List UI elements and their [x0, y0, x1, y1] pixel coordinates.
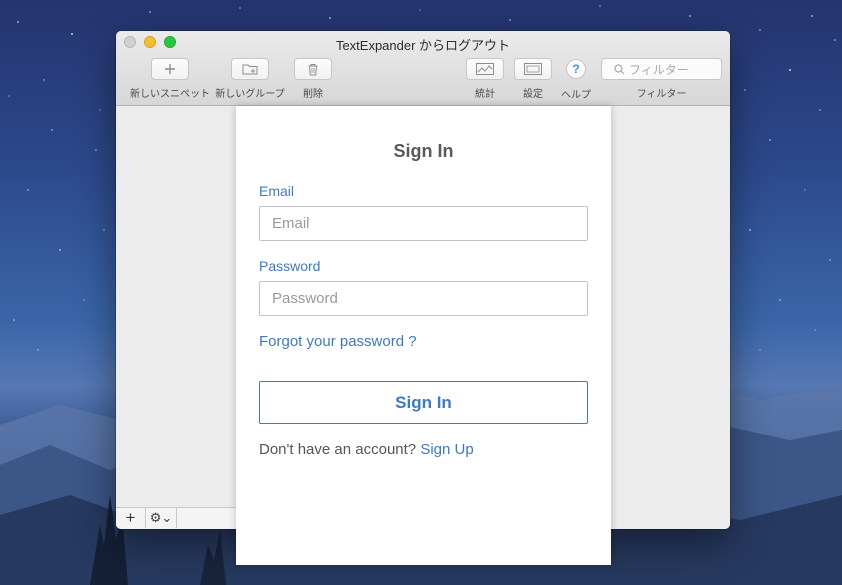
new-snippet-button[interactable]: [151, 58, 189, 80]
trash-icon: [308, 63, 318, 75]
settings-label: 設定: [523, 89, 543, 100]
sign-in-button[interactable]: Sign In: [259, 381, 588, 424]
gear-menu-button[interactable]: ⚙⌄: [146, 508, 177, 528]
new-group-tool: 新しいグループ: [212, 58, 288, 100]
delete-label: 削除: [303, 89, 323, 100]
email-label: Email: [259, 183, 295, 199]
signup-prompt: Don't have an account? Sign Up: [259, 441, 474, 458]
email-field[interactable]: [259, 206, 588, 241]
settings-panel-icon: [524, 63, 542, 75]
new-snippet-tool: 新しいスニペット: [125, 58, 215, 100]
stats-label: 統計: [475, 89, 495, 100]
settings-tool: 設定: [513, 58, 553, 100]
sign-in-title: Sign In: [393, 141, 454, 161]
sign-in-panel: Sign In Email Password Forgot your passw…: [236, 106, 611, 565]
delete-button[interactable]: [294, 58, 332, 80]
stats-tool: 統計: [465, 58, 505, 100]
filter-label: フィルター: [636, 89, 687, 100]
new-group-button[interactable]: [231, 58, 269, 80]
filter-search-field[interactable]: フィルター: [601, 58, 722, 80]
sign-up-link[interactable]: Sign Up: [420, 441, 473, 458]
settings-button[interactable]: [514, 58, 552, 80]
forgot-password-link[interactable]: Forgot your password ?: [259, 333, 417, 350]
help-tool: ? ヘルプ: [558, 59, 594, 101]
toolbar: TextExpander からログアウト 新しいスニペット 新しいグループ 削除…: [116, 31, 730, 106]
password-field[interactable]: [259, 281, 588, 316]
delete-tool: 削除: [293, 58, 333, 100]
add-item-button[interactable]: +: [116, 508, 146, 528]
sidebar-bottom-bar: + ⚙⌄: [116, 507, 238, 529]
filter-placeholder: フィルター: [629, 62, 689, 77]
filter-tool: フィルター フィルター: [601, 58, 722, 100]
help-icon[interactable]: ?: [566, 59, 586, 79]
folder-add-icon: [242, 64, 258, 75]
stats-button[interactable]: [466, 58, 504, 80]
window-title: TextExpander からログアウト: [335, 38, 511, 53]
new-group-label: 新しいグループ: [215, 89, 285, 100]
new-snippet-label: 新しいスニペット: [130, 89, 210, 100]
help-label: ヘルプ: [561, 90, 591, 101]
search-icon: [614, 63, 625, 74]
chart-icon: [476, 63, 494, 75]
no-account-text: Don't have an account?: [259, 441, 421, 458]
plus-icon: [165, 64, 175, 74]
plus-icon: +: [125, 508, 136, 527]
password-label: Password: [259, 258, 321, 274]
gear-icon: ⚙⌄: [149, 510, 173, 525]
